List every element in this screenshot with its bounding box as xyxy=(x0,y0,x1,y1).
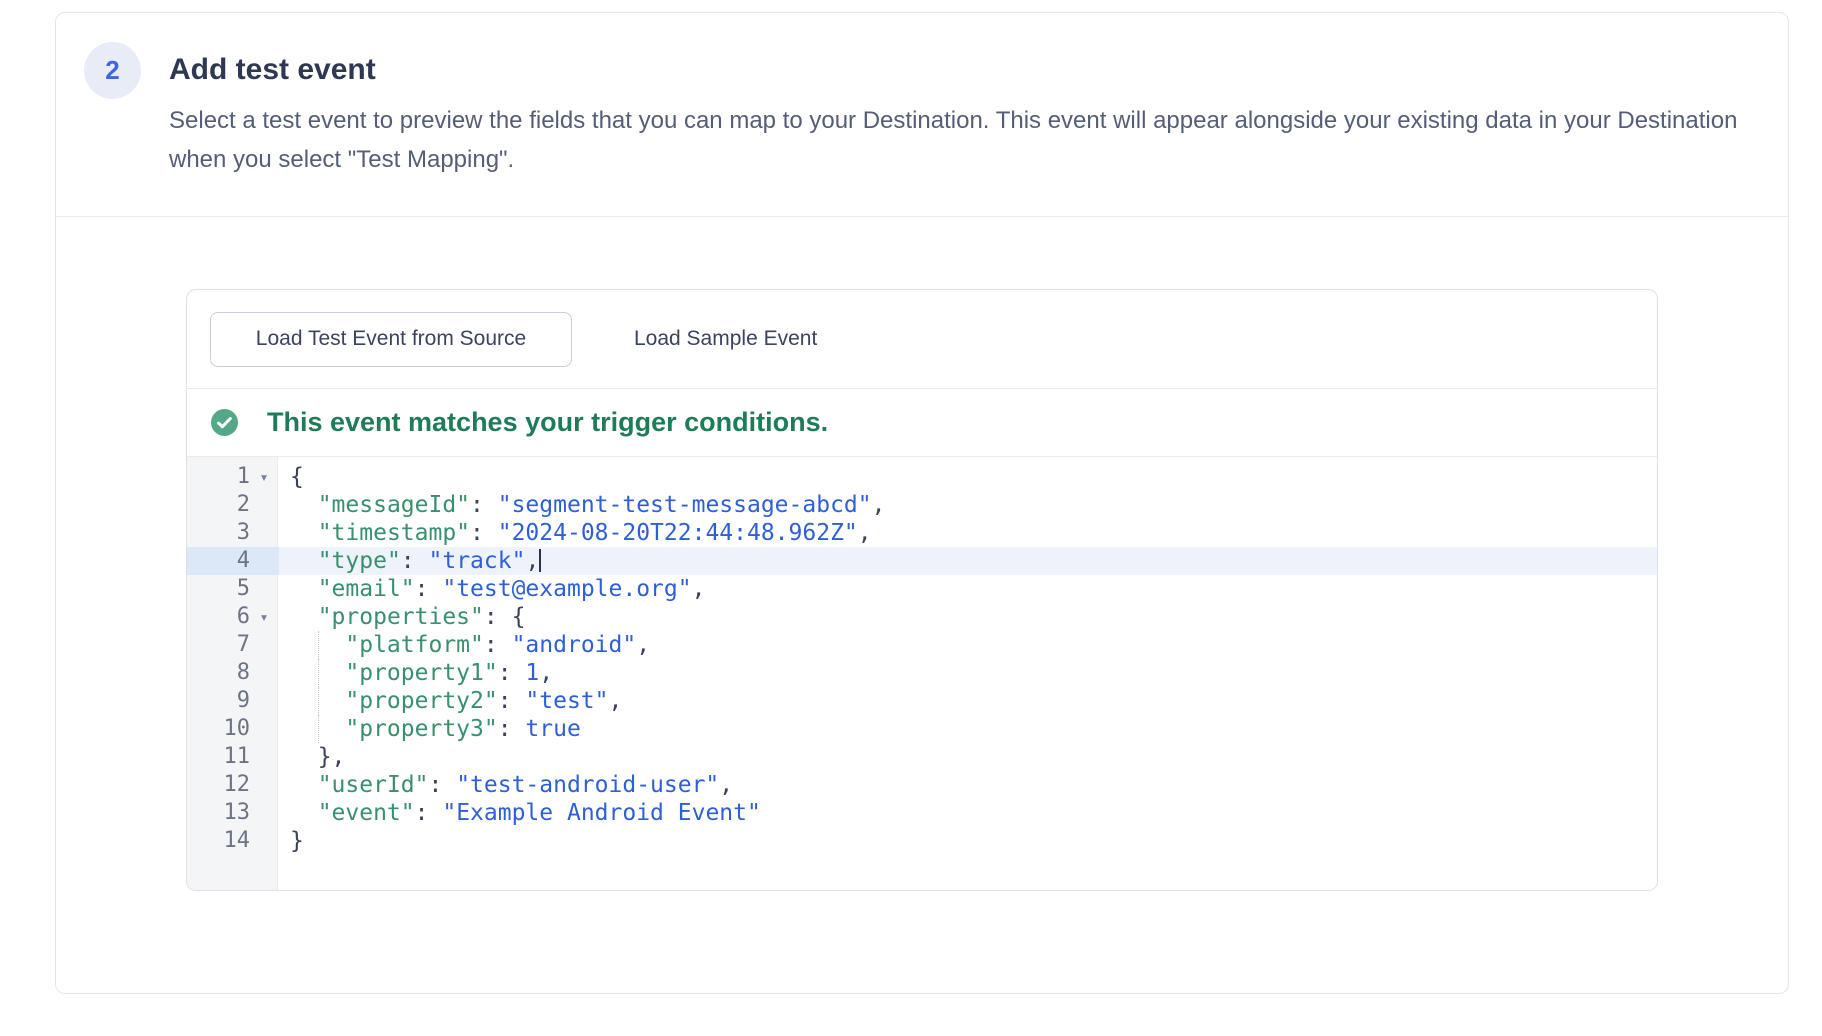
step-number-badge: 2 xyxy=(84,42,141,99)
code-text[interactable]: }, xyxy=(279,743,1657,771)
gutter-cell: 8 xyxy=(187,659,279,687)
line-number: 1 xyxy=(187,463,250,491)
line-number: 2 xyxy=(187,491,250,519)
code-text[interactable]: "userId": "test-android-user", xyxy=(279,771,1657,799)
gutter-cell: 10 xyxy=(187,715,279,743)
trigger-match-message: This event matches your trigger conditio… xyxy=(267,407,828,438)
fold-arrow-icon[interactable]: ▾ xyxy=(250,603,278,631)
code-text[interactable]: "email": "test@example.org", xyxy=(279,575,1657,603)
text-cursor xyxy=(539,549,541,572)
gutter-cell: 12 xyxy=(187,771,279,799)
code-line[interactable]: 3 "timestamp": "2024-08-20T22:44:48.962Z… xyxy=(187,519,1657,547)
code-text[interactable]: "timestamp": "2024-08-20T22:44:48.962Z", xyxy=(279,519,1657,547)
code-line[interactable]: 5 "email": "test@example.org", xyxy=(187,575,1657,603)
trigger-match-status: This event matches your trigger conditio… xyxy=(187,389,1657,457)
gutter-cell: 5 xyxy=(187,575,279,603)
line-number: 14 xyxy=(187,827,250,855)
test-event-panel: Load Test Event from Source Load Sample … xyxy=(186,289,1658,891)
page-title: Add test event xyxy=(169,53,376,87)
line-number: 5 xyxy=(187,575,250,603)
code-line[interactable]: 1▾{ xyxy=(187,463,1657,491)
code-text[interactable]: { xyxy=(279,463,1657,491)
line-number: 3 xyxy=(187,519,250,547)
code-line[interactable]: 10 "property3": true xyxy=(187,715,1657,743)
step-number: 2 xyxy=(105,55,119,86)
load-test-event-button[interactable]: Load Test Event from Source xyxy=(210,312,572,367)
code-text[interactable]: "property3": true xyxy=(279,715,1657,743)
code-text[interactable]: } xyxy=(279,827,1657,855)
line-number: 11 xyxy=(187,743,250,771)
fold-arrow-icon[interactable]: ▾ xyxy=(250,463,278,491)
code-text[interactable]: "messageId": "segment-test-message-abcd"… xyxy=(279,491,1657,519)
add-test-event-card: 2 Add test event Select a test event to … xyxy=(55,12,1789,994)
event-source-toolbar: Load Test Event from Source Load Sample … xyxy=(187,290,1657,389)
line-number: 9 xyxy=(187,687,250,715)
code-line[interactable]: 9 "property2": "test", xyxy=(187,687,1657,715)
code-text[interactable]: "property2": "test", xyxy=(279,687,1657,715)
line-number: 13 xyxy=(187,799,250,827)
gutter-cell: 14 xyxy=(187,827,279,855)
line-number: 12 xyxy=(187,771,250,799)
json-editor[interactable]: 1▾{2 "messageId": "segment-test-message-… xyxy=(187,457,1657,890)
gutter-cell: 6▾ xyxy=(187,603,279,631)
code-text[interactable]: "type": "track", xyxy=(279,547,1657,575)
gutter-cell: 7 xyxy=(187,631,279,659)
json-editor-lines: 1▾{2 "messageId": "segment-test-message-… xyxy=(187,463,1657,855)
check-circle-icon xyxy=(211,409,238,436)
gutter-cell: 1▾ xyxy=(187,463,279,491)
code-line[interactable]: 4 "type": "track", xyxy=(187,547,1657,575)
code-line[interactable]: 6▾ "properties": { xyxy=(187,603,1657,631)
line-number: 8 xyxy=(187,659,250,687)
code-text[interactable]: "platform": "android", xyxy=(279,631,1657,659)
code-text[interactable]: "event": "Example Android Event" xyxy=(279,799,1657,827)
step-header: 2 Add test event Select a test event to … xyxy=(56,13,1788,216)
code-line[interactable]: 2 "messageId": "segment-test-message-abc… xyxy=(187,491,1657,519)
code-text[interactable]: "property1": 1, xyxy=(279,659,1657,687)
code-line[interactable]: 12 "userId": "test-android-user", xyxy=(187,771,1657,799)
code-line[interactable]: 11 }, xyxy=(187,743,1657,771)
gutter-cell: 11 xyxy=(187,743,279,771)
line-number: 4 xyxy=(187,547,250,575)
gutter-cell: 4 xyxy=(187,547,279,575)
code-line[interactable]: 13 "event": "Example Android Event" xyxy=(187,799,1657,827)
gutter-cell: 2 xyxy=(187,491,279,519)
code-line[interactable]: 7 "platform": "android", xyxy=(187,631,1657,659)
gutter-cell: 13 xyxy=(187,799,279,827)
load-sample-event-button[interactable]: Load Sample Event xyxy=(624,312,827,367)
code-line[interactable]: 14} xyxy=(187,827,1657,855)
line-number: 7 xyxy=(187,631,250,659)
line-number: 6 xyxy=(187,603,250,631)
gutter-cell: 3 xyxy=(187,519,279,547)
code-text[interactable]: "properties": { xyxy=(279,603,1657,631)
header-divider xyxy=(56,216,1788,217)
gutter-cell: 9 xyxy=(187,687,279,715)
step-description: Select a test event to preview the field… xyxy=(169,101,1757,179)
line-number: 10 xyxy=(187,715,250,743)
code-line[interactable]: 8 "property1": 1, xyxy=(187,659,1657,687)
